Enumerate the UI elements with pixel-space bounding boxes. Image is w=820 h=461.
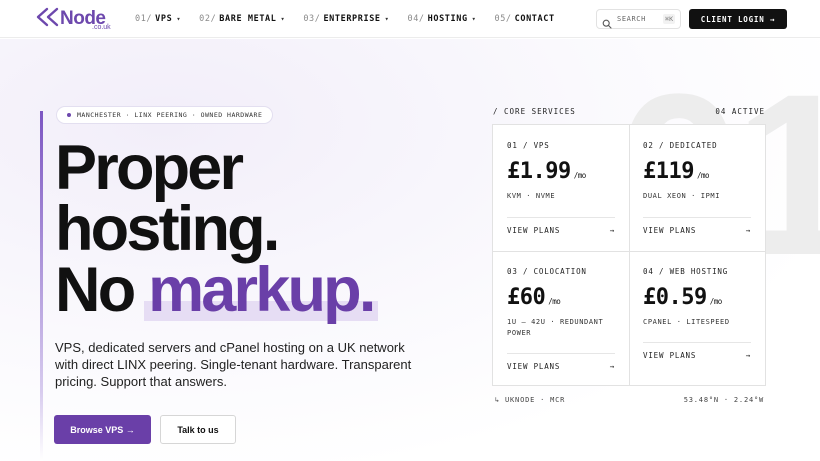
chevron-down-icon: ▾ <box>280 15 286 23</box>
hero-headline: Proper hosting. No markup. <box>55 133 376 322</box>
link-label: VIEW PLANS <box>643 351 697 360</box>
nav-label: VPS <box>155 14 173 24</box>
card-price: £60/mo <box>507 285 561 310</box>
headline-line-3-plain: No <box>55 255 149 325</box>
link-label: VIEW PLANS <box>507 226 561 235</box>
arrow-right-icon: → <box>609 362 615 371</box>
headline-accent: markup. <box>148 255 376 325</box>
card-divider <box>643 217 751 218</box>
badge-text: MANCHESTER · LINX PEERING · OWNED HARDWA… <box>77 111 263 119</box>
service-card-colocation[interactable]: 03 / COLOCATION £60/mo 1U – 42U · REDUND… <box>493 252 630 387</box>
search-label: SEARCH <box>617 15 646 23</box>
card-price: £119/mo <box>643 159 710 184</box>
arrow-right-icon: → <box>609 226 615 235</box>
chevron-down-icon: ▾ <box>176 15 182 23</box>
nav-item-vps[interactable]: 01/ VPS ▾ <box>135 14 181 24</box>
nav-item-bare-metal[interactable]: 02/ BARE METAL ▾ <box>199 14 285 24</box>
price-value: £0.59 <box>643 285 707 310</box>
link-label: VIEW PLANS <box>507 362 561 371</box>
card-price: £1.99/mo <box>507 159 586 184</box>
services-heading: / CORE SERVICES <box>493 107 576 116</box>
card-label: 02 / DEDICATED <box>643 141 718 150</box>
card-spec: KVM · NVME <box>507 192 556 200</box>
nav-number: 02/ <box>199 14 217 24</box>
arrow-right-icon: → <box>745 351 751 360</box>
link-label: VIEW PLANS <box>643 226 697 235</box>
service-card-web-hosting[interactable]: 04 / WEB HOSTING £0.59/mo CPANEL · LITES… <box>629 252 766 387</box>
hero-subtext: VPS, dedicated servers and cPanel hostin… <box>55 340 412 389</box>
nav-label: BARE METAL <box>219 14 277 24</box>
headline-line-1: Proper <box>55 133 244 203</box>
search-icon <box>602 14 612 29</box>
nav-label: HOSTING <box>427 14 468 24</box>
browse-vps-button[interactable]: Browse VPS → <box>54 415 151 444</box>
headline-line-2: hosting. <box>55 194 280 264</box>
services-count: 04 ACTIVE <box>715 107 765 116</box>
price-unit: /mo <box>709 297 723 306</box>
nav-links: 01/ VPS ▾ 02/ BARE METAL ▾ 03/ ENTERPRIS… <box>135 0 573 38</box>
card-spec: 1U – 42U · REDUNDANT POWER <box>507 318 604 337</box>
keyboard-shortcut: ⌘K <box>663 14 675 24</box>
badge-dot-icon <box>67 113 71 117</box>
arrow-right-icon: → <box>745 226 751 235</box>
logo-mark-icon <box>36 7 59 27</box>
logo-domain: .co.uk <box>92 24 111 31</box>
nav-number: 01/ <box>135 14 153 24</box>
card-spec: DUAL XEON · IPMI <box>643 192 721 200</box>
services-grid: 01 / VPS £1.99/mo KVM · NVME VIEW PLANS →… <box>492 124 766 386</box>
price-unit: /mo <box>573 171 587 180</box>
service-card-dedicated[interactable]: 02 / DEDICATED £119/mo DUAL XEON · IPMI … <box>629 125 766 251</box>
nav-label: ENTERPRISE <box>323 14 381 24</box>
price-value: £60 <box>507 285 546 310</box>
service-card-vps[interactable]: 01 / VPS £1.99/mo KVM · NVME VIEW PLANS → <box>493 125 630 251</box>
client-login-button[interactable]: CLIENT LOGIN → <box>689 9 787 29</box>
card-label: 01 / VPS <box>507 141 550 150</box>
view-plans-link[interactable]: VIEW PLANS → <box>643 351 751 360</box>
price-value: £1.99 <box>507 159 571 184</box>
panel-footer-location: ↳ UKNODE · MCR <box>495 396 566 404</box>
card-divider <box>643 342 751 343</box>
card-divider <box>507 217 615 218</box>
view-plans-link[interactable]: VIEW PLANS → <box>643 226 751 235</box>
card-divider <box>507 353 615 354</box>
panel-footer-coordinates: 53.48°N · 2.24°W <box>683 396 764 404</box>
card-label: 04 / WEB HOSTING <box>643 267 729 276</box>
view-plans-link[interactable]: VIEW PLANS → <box>507 226 615 235</box>
logo[interactable]: Node .co.uk <box>35 7 115 33</box>
top-nav: Node .co.uk 01/ VPS ▾ 02/ BARE METAL ▾ 0… <box>0 0 820 38</box>
headline-line-3: No markup. <box>55 259 376 322</box>
accent-bar <box>40 111 43 461</box>
card-spec: CPANEL · LITESPEED <box>643 318 730 326</box>
nav-item-hosting[interactable]: 04/ HOSTING ▾ <box>407 14 476 24</box>
chevron-down-icon: ▾ <box>384 15 390 23</box>
price-value: £119 <box>643 159 694 184</box>
nav-number: 05/ <box>494 14 512 24</box>
nav-label: CONTACT <box>514 14 555 24</box>
chevron-down-icon: ▾ <box>471 15 477 23</box>
nav-number: 03/ <box>303 14 321 24</box>
nav-item-contact[interactable]: 05/ CONTACT <box>495 14 555 24</box>
price-unit: /mo <box>548 297 561 306</box>
search-button[interactable]: SEARCH ⌘K <box>596 9 681 29</box>
card-label: 03 / COLOCATION <box>507 267 587 276</box>
nav-item-enterprise[interactable]: 03/ ENTERPRISE ▾ <box>303 14 389 24</box>
price-unit: /mo <box>696 171 710 180</box>
view-plans-link[interactable]: VIEW PLANS → <box>507 362 615 371</box>
nav-number: 04/ <box>407 14 425 24</box>
card-price: £0.59/mo <box>643 285 722 310</box>
location-badge: MANCHESTER · LINX PEERING · OWNED HARDWA… <box>56 106 274 124</box>
talk-to-us-button[interactable]: Talk to us <box>160 415 236 444</box>
